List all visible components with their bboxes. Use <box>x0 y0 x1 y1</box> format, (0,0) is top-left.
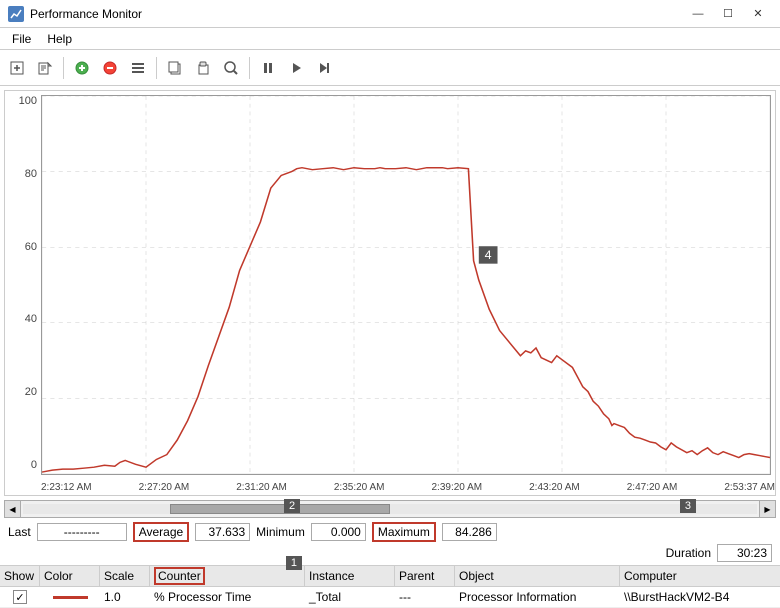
maximum-label: Maximum <box>372 522 436 542</box>
header-scale: Scale <box>100 566 150 586</box>
last-value: --------- <box>37 523 127 541</box>
window-controls: — ☐ ✕ <box>684 4 772 24</box>
duration-row: Duration 30:23 <box>0 544 780 565</box>
add-counter-button[interactable] <box>69 55 95 81</box>
main-content: 100 80 60 40 20 0 <box>0 86 780 608</box>
app-window: Performance Monitor — ☐ ✕ File Help <box>0 0 780 608</box>
paste-button[interactable] <box>190 55 216 81</box>
table-row: ✓ 1.0 % Processor Time _Total --- Proces… <box>0 587 780 608</box>
x-label-4: 2:39:20 AM <box>432 482 483 493</box>
y-label-20: 20 <box>5 386 41 398</box>
cell-color <box>40 593 100 602</box>
skip-end-button[interactable] <box>311 55 337 81</box>
badge-2: 2 <box>284 499 300 513</box>
header-object: Object <box>455 566 620 586</box>
title-bar: Performance Monitor — ☐ ✕ <box>0 0 780 28</box>
chart-plot: 4 <box>41 95 771 475</box>
show-checkbox[interactable]: ✓ <box>13 590 27 604</box>
copy-button[interactable] <box>162 55 188 81</box>
scroll-thumb[interactable] <box>170 504 390 514</box>
x-label-3: 2:35:20 AM <box>334 482 385 493</box>
new-counter-set-button[interactable] <box>4 55 30 81</box>
maximize-button[interactable]: ☐ <box>714 4 742 24</box>
header-instance: Instance <box>305 566 395 586</box>
close-button[interactable]: ✕ <box>744 4 772 24</box>
minimum-value: 0.000 <box>311 523 366 541</box>
delete-counter-button[interactable] <box>97 55 123 81</box>
app-title: Performance Monitor <box>30 7 142 21</box>
scroll-left-button[interactable]: ◀ <box>5 501 21 517</box>
stats-row: Last --------- Average 37.633 Minimum 0.… <box>0 520 780 544</box>
average-value: 37.633 <box>195 523 250 541</box>
chart-inner: 100 80 60 40 20 0 <box>5 91 775 495</box>
color-indicator <box>53 596 88 599</box>
header-parent: Parent <box>395 566 455 586</box>
cell-computer: \\BurstHackVM2-B4 <box>620 587 780 607</box>
scrollbar-container: 2 3 ◀ ▶ <box>4 500 776 518</box>
pause-button[interactable] <box>255 55 281 81</box>
toolbar-separator-2 <box>156 57 157 79</box>
cell-show: ✓ <box>0 587 40 607</box>
x-axis: 2:23:12 AM 2:27:20 AM 2:31:20 AM 2:35:20… <box>41 480 775 495</box>
counter-table: Show Color Scale 1 Counter Instance Pare… <box>0 565 780 608</box>
toolbar-separator-3 <box>249 57 250 79</box>
chart-area: 100 80 60 40 20 0 <box>4 90 776 496</box>
badge-1: 1 <box>286 556 302 570</box>
x-label-0: 2:23:12 AM <box>41 482 92 493</box>
x-label-1: 2:27:20 AM <box>139 482 190 493</box>
checkmark-icon: ✓ <box>15 591 24 604</box>
y-label-40: 40 <box>5 313 41 325</box>
resume-button[interactable] <box>283 55 309 81</box>
scroll-track[interactable] <box>23 504 757 514</box>
header-show: Show <box>0 566 40 586</box>
badge-3: 3 <box>680 499 696 513</box>
table-header: Show Color Scale 1 Counter Instance Pare… <box>0 566 780 587</box>
duration-value: 30:23 <box>717 544 772 562</box>
cell-scale: 1.0 <box>100 587 150 607</box>
x-label-6: 2:47:20 AM <box>627 482 678 493</box>
open-logfile-button[interactable] <box>32 55 58 81</box>
header-color: Color <box>40 566 100 586</box>
counter-header-label: Counter <box>154 567 205 585</box>
minimum-label: Minimum <box>256 525 305 539</box>
header-computer: Computer <box>620 566 780 586</box>
cell-counter: % Processor Time <box>150 587 305 607</box>
menu-bar: File Help <box>0 28 780 50</box>
duration-label: Duration <box>666 546 711 560</box>
cell-parent: --- <box>395 587 455 607</box>
y-label-0: 0 <box>5 459 41 471</box>
toolbar <box>0 50 780 86</box>
menu-file[interactable]: File <box>4 30 39 48</box>
last-label: Last <box>8 525 31 539</box>
average-label: Average <box>133 522 189 542</box>
svg-text:4: 4 <box>485 248 492 261</box>
minimize-button[interactable]: — <box>684 4 712 24</box>
y-label-100: 100 <box>5 95 41 107</box>
scroll-right-button[interactable]: ▶ <box>759 501 775 517</box>
properties-button[interactable] <box>125 55 151 81</box>
x-label-2: 2:31:20 AM <box>236 482 287 493</box>
cell-instance: _Total <box>305 587 395 607</box>
header-counter: 1 Counter <box>150 566 305 586</box>
maximum-value: 84.286 <box>442 523 497 541</box>
y-label-80: 80 <box>5 168 41 180</box>
x-label-5: 2:43:20 AM <box>529 482 580 493</box>
toolbar-separator-1 <box>63 57 64 79</box>
x-label-7: 2:53:37 AM <box>724 482 775 493</box>
menu-help[interactable]: Help <box>39 30 80 48</box>
cell-object: Processor Information <box>455 587 620 607</box>
y-axis: 100 80 60 40 20 0 <box>5 91 41 475</box>
y-label-60: 60 <box>5 241 41 253</box>
app-icon <box>8 6 24 22</box>
highlight-button[interactable] <box>218 55 244 81</box>
